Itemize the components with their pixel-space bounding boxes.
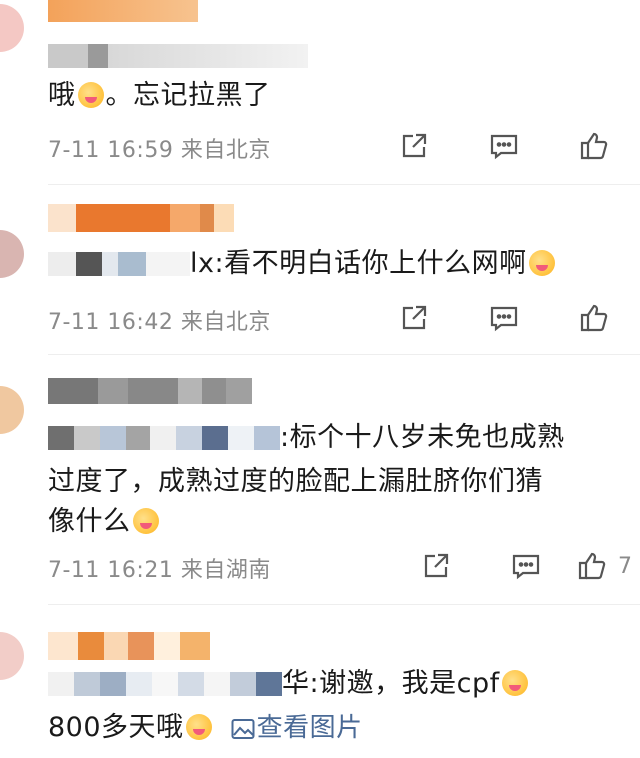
share-button[interactable] [340, 298, 430, 338]
like-button[interactable] [520, 298, 610, 338]
avatar[interactable] [0, 230, 24, 278]
comment-time: 7-11 16:42 [48, 310, 174, 335]
reply-button[interactable] [430, 298, 520, 338]
comment-location: 来自北京 [180, 138, 271, 163]
avatar[interactable] [0, 4, 24, 52]
comment-icon [490, 134, 518, 160]
emoji-icon [185, 714, 212, 740]
reply-button[interactable] [452, 546, 542, 586]
comment-text: 华:谢邀，我是cpf 800多天哦 查看图片 [48, 664, 600, 748]
comment-meta: 7-11 16:42 来自北京 [48, 304, 271, 336]
like-icon [580, 304, 608, 332]
share-icon [424, 553, 449, 578]
comment-text: lx:看不明白话你上什么网啊 [48, 244, 600, 288]
share-button[interactable] [362, 546, 452, 586]
comment-meta: 7-11 16:21 来自湖南 [48, 552, 271, 584]
like-button[interactable]: 7 [542, 546, 632, 586]
divider [48, 604, 640, 605]
comment-icon [512, 554, 540, 580]
comment-icon [490, 306, 518, 332]
comment-location: 来自湖南 [180, 558, 271, 583]
avatar[interactable] [0, 386, 24, 434]
emoji-icon [501, 670, 528, 696]
like-icon [578, 552, 606, 580]
like-icon [580, 132, 608, 160]
username-blurred[interactable] [48, 632, 210, 660]
share-icon [402, 305, 427, 330]
comment-text: 哦。忘记拉黑了 [48, 80, 271, 111]
mention-blurred [48, 42, 308, 70]
comment-location: 来自北京 [180, 310, 271, 335]
comment-3: :标个十八岁未免也成熟 过度了，成熟过度的脸配上漏肚脐你们猜 像什么 7-11 … [0, 356, 640, 602]
divider [48, 184, 640, 185]
share-icon [402, 133, 427, 158]
emoji-icon [77, 82, 104, 108]
comment-1: 哦。忘记拉黑了 7-11 16:59 来自北京 [0, 0, 640, 186]
mention-blurred [48, 422, 280, 462]
comment-time: 7-11 16:59 [48, 138, 174, 163]
divider [48, 354, 640, 355]
like-button[interactable] [520, 126, 610, 166]
emoji-icon [528, 250, 555, 276]
emoji-icon [132, 508, 159, 534]
mention-blurred [48, 248, 190, 288]
reply-button[interactable] [430, 126, 520, 166]
comment-time: 7-11 16:21 [48, 558, 174, 583]
comment-meta: 7-11 16:59 来自北京 [48, 132, 271, 164]
image-icon [231, 719, 255, 739]
comment-actions [340, 298, 610, 338]
avatar[interactable] [0, 632, 24, 680]
comment-actions [340, 126, 610, 166]
comment-4: 华:谢邀，我是cpf 800多天哦 查看图片 [0, 606, 640, 758]
username-blurred[interactable] [48, 0, 198, 22]
username-blurred[interactable] [48, 378, 252, 404]
username-blurred[interactable] [48, 204, 234, 232]
comment-text: :标个十八岁未免也成熟 过度了，成熟过度的脸配上漏肚脐你们猜 像什么 [48, 422, 565, 537]
view-image-link[interactable]: 查看图片 [223, 713, 363, 743]
share-button[interactable] [340, 126, 430, 166]
mention-blurred [48, 668, 282, 708]
like-count: 7 [618, 553, 632, 579]
comment-2: lx:看不明白话你上什么网啊 7-11 16:42 来自北京 [0, 186, 640, 354]
comment-actions: 7 [362, 546, 632, 586]
